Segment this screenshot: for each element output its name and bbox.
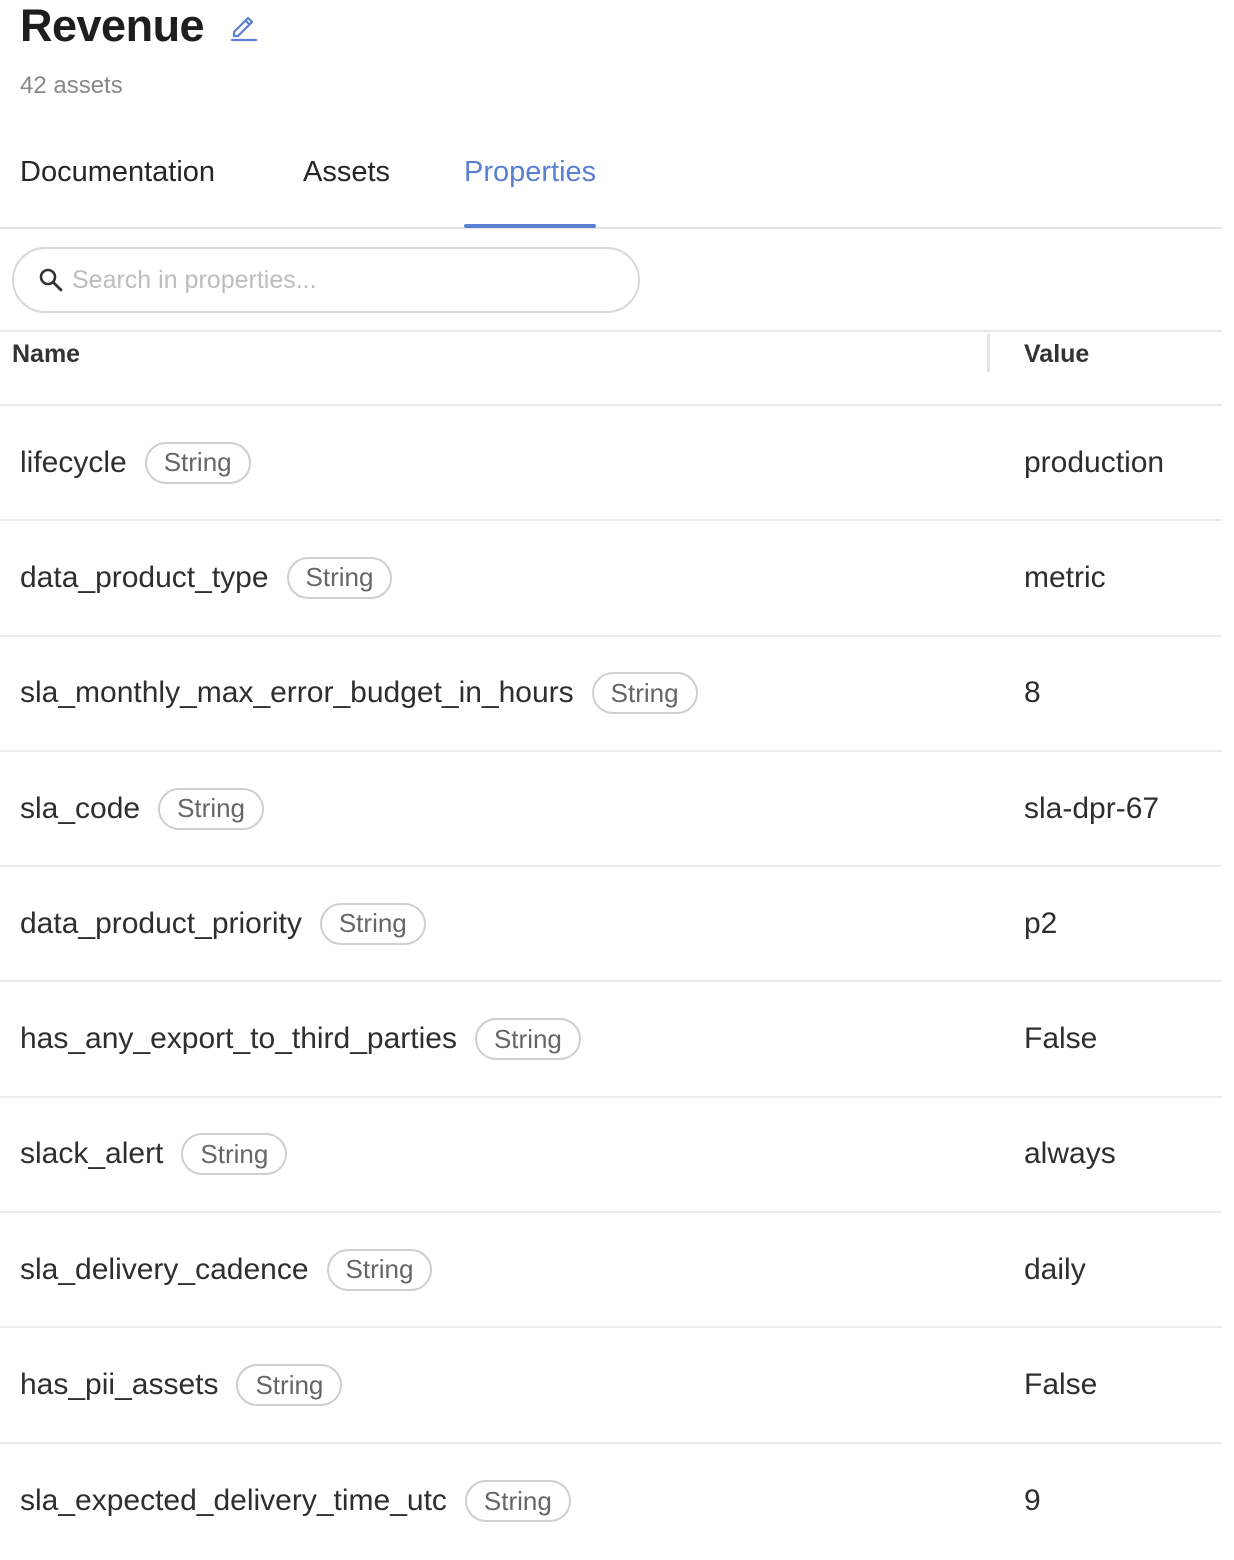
property-value: metric: [1024, 560, 1106, 594]
properties-page: Revenue 42 assets Documentation Assets P…: [0, 0, 1234, 1560]
property-value: 9: [1024, 1484, 1041, 1518]
title-row: Revenue: [20, 0, 262, 52]
type-badge: String: [591, 672, 698, 715]
table-row: sla_delivery_cadence String daily: [0, 1213, 1222, 1329]
table-row: slack_alert String always: [0, 1098, 1222, 1214]
column-header-name[interactable]: Name: [12, 340, 80, 369]
property-name: sla_expected_delivery_time_utc: [20, 1484, 447, 1518]
property-name: sla_delivery_cadence: [20, 1252, 309, 1286]
type-badge: String: [236, 1364, 343, 1407]
property-value: production: [1024, 445, 1165, 479]
page-title: Revenue: [20, 0, 205, 51]
property-name: has_pii_assets: [20, 1368, 219, 1402]
name-cell: data_product_type String: [20, 521, 393, 634]
pencil-icon[interactable]: [228, 9, 262, 43]
property-name: data_product_type: [20, 560, 269, 594]
table-row: has_pii_assets String False: [0, 1328, 1222, 1444]
search-input[interactable]: [72, 265, 592, 295]
name-cell: lifecycle String: [20, 406, 251, 519]
type-badge: String: [181, 1133, 288, 1176]
name-cell: sla_delivery_cadence String: [20, 1213, 433, 1326]
property-name: lifecycle: [20, 445, 127, 479]
type-badge: String: [464, 1480, 571, 1523]
tab-bar: Documentation Assets Properties: [0, 128, 1222, 229]
type-badge: String: [326, 1248, 433, 1291]
page-header: Revenue 42 assets: [20, 0, 262, 99]
name-cell: sla_monthly_max_error_budget_in_hours St…: [20, 637, 698, 750]
search-icon: [38, 267, 64, 293]
column-resize-handle[interactable]: [987, 334, 990, 372]
name-cell: data_product_priority String: [20, 867, 426, 980]
type-badge: String: [474, 1018, 581, 1061]
table-header: Name Value: [0, 330, 1222, 406]
type-badge: String: [286, 556, 393, 599]
name-cell: has_pii_assets String: [20, 1328, 343, 1441]
column-header-value[interactable]: Value: [1024, 340, 1089, 369]
property-name: sla_code: [20, 791, 141, 825]
type-badge: String: [319, 902, 426, 945]
table-row: data_product_type String metric: [0, 521, 1222, 637]
type-badge: String: [158, 787, 265, 830]
property-name: slack_alert: [20, 1137, 164, 1171]
asset-count: 42 assets: [20, 72, 123, 99]
tab-properties[interactable]: Properties: [464, 153, 597, 228]
property-value: daily: [1024, 1252, 1086, 1286]
table-row: sla_code String sla-dpr-67: [0, 752, 1222, 868]
table-row: sla_expected_delivery_time_utc String 9: [0, 1444, 1222, 1559]
type-badge: String: [144, 441, 251, 484]
tab-documentation[interactable]: Documentation: [20, 153, 215, 227]
property-value: always: [1024, 1137, 1116, 1171]
tab-assets[interactable]: Assets: [303, 153, 390, 227]
property-value: False: [1024, 1022, 1098, 1056]
properties-table: Name Value lifecycle String production d…: [0, 330, 1222, 1559]
name-cell: slack_alert String: [20, 1098, 288, 1211]
property-name: sla_monthly_max_error_budget_in_hours: [20, 676, 574, 710]
name-cell: sla_expected_delivery_time_utc String: [20, 1444, 571, 1559]
name-cell: has_any_export_to_third_parties String: [20, 982, 581, 1095]
table-row: has_any_export_to_third_parties String F…: [0, 982, 1222, 1098]
property-value: 8: [1024, 676, 1041, 710]
search-box[interactable]: [12, 247, 640, 313]
property-value: p2: [1024, 906, 1058, 940]
property-name: has_any_export_to_third_parties: [20, 1022, 457, 1056]
property-name: data_product_priority: [20, 906, 302, 940]
table-row: sla_monthly_max_error_budget_in_hours St…: [0, 637, 1222, 752]
table-row: lifecycle String production: [0, 406, 1222, 522]
table-row: data_product_priority String p2: [0, 867, 1222, 983]
property-value: sla-dpr-67: [1024, 791, 1160, 825]
property-value: False: [1024, 1368, 1098, 1402]
name-cell: sla_code String: [20, 752, 265, 865]
